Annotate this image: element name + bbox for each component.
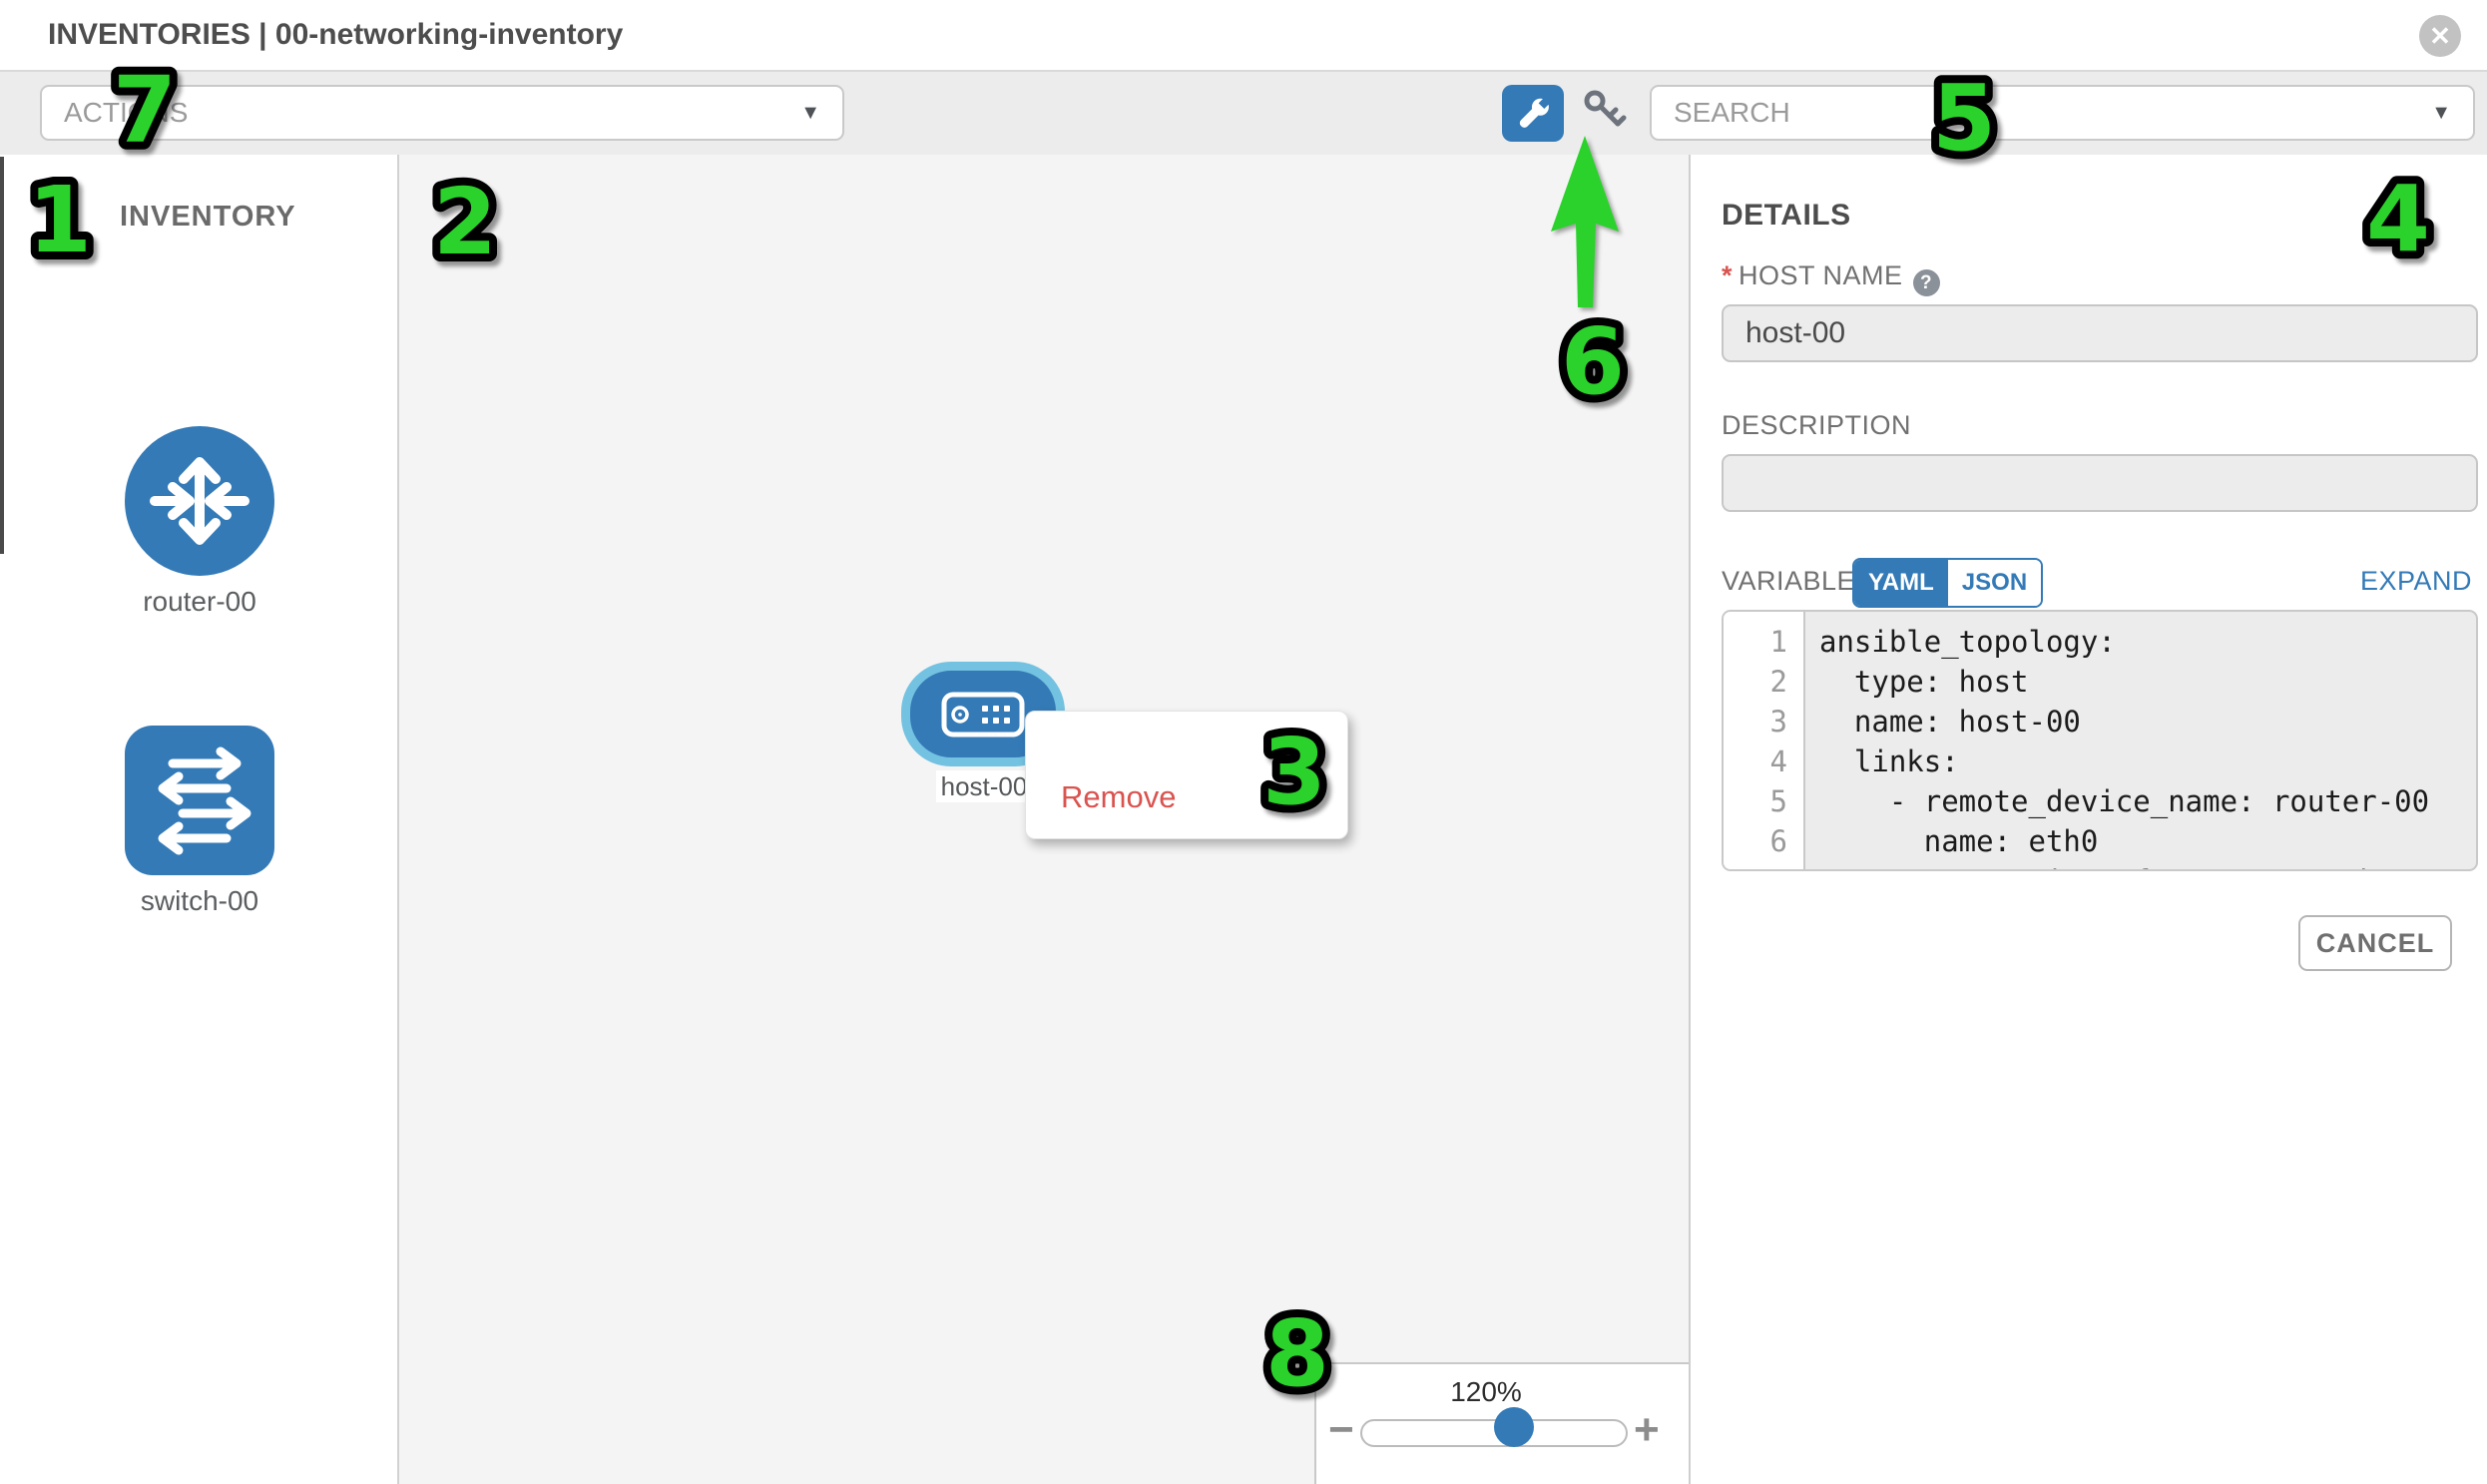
context-menu: Details Remove	[1025, 711, 1348, 839]
inventory-sidebar: INVENTORY router-00	[0, 155, 399, 1484]
chevron-down-icon: ▼	[2431, 87, 2451, 139]
page-header: INVENTORIES | 00-networking-inventory ✕	[0, 0, 2487, 72]
zoom-slider-handle[interactable]	[1494, 1407, 1534, 1447]
topology-canvas[interactable]: host-00 Details Remove 120% − +	[399, 155, 1689, 1484]
json-toggle-button[interactable]: JSON	[1948, 560, 2041, 606]
cancel-button[interactable]: CANCEL	[2298, 915, 2452, 971]
close-icon[interactable]: ✕	[2419, 15, 2461, 57]
expand-link[interactable]: EXPAND	[2360, 566, 2472, 597]
zoom-out-button[interactable]: −	[1328, 1408, 1354, 1452]
key-icon	[1580, 86, 1628, 140]
context-menu-item-remove[interactable]: Remove	[1061, 774, 1176, 820]
left-edge-scroll-indicator	[0, 157, 4, 554]
search-dropdown-label: SEARCH	[1674, 87, 1790, 139]
chevron-down-icon: ▼	[800, 87, 820, 139]
device-label: switch-00	[125, 885, 274, 917]
app-window: INVENTORIES | 00-networking-inventory ✕ …	[0, 0, 2487, 1484]
editor-line: 1ansible_topology:	[1724, 622, 2476, 662]
key-button[interactable]	[1580, 86, 1628, 140]
editor-line: 7 remote_interface_name: eth0	[1724, 861, 2476, 871]
editor-line: 3 name: host-00	[1724, 702, 2476, 742]
details-panel-title: DETAILS	[1722, 199, 1851, 233]
breadcrumb: INVENTORIES | 00-networking-inventory	[48, 0, 623, 70]
editor-line: 5 - remote_device_name: router-00	[1724, 781, 2476, 821]
editor-line: 6 name: eth0	[1724, 821, 2476, 861]
wrench-icon	[1513, 94, 1553, 134]
variables-editor[interactable]: 1ansible_topology: 2 type: host 3 name: …	[1722, 610, 2478, 871]
zoom-control-panel: 120% − +	[1314, 1362, 1689, 1484]
sidebar-item-router[interactable]: router-00	[125, 426, 274, 618]
required-asterisk: *	[1722, 260, 1733, 290]
host-name-label: *HOST NAME?	[1722, 260, 1940, 296]
description-field[interactable]	[1722, 454, 2478, 512]
sidebar-item-switch[interactable]: switch-00	[125, 726, 274, 917]
variables-row: VARIABLES? YAML JSON EXPAND	[1722, 558, 2478, 606]
host-node-label: host-00	[936, 770, 1032, 802]
actions-dropdown[interactable]: ACTIONS ▼	[40, 85, 844, 141]
editor-line: 4 links:	[1724, 742, 2476, 781]
tools-button[interactable]	[1502, 85, 1564, 142]
switch-icon	[125, 726, 274, 875]
format-toggle: YAML JSON	[1852, 558, 2043, 608]
host-name-field[interactable]	[1722, 304, 2478, 362]
details-panel: DETAILS *HOST NAME? DESCRIPTION VARIABLE…	[1689, 155, 2487, 1484]
device-label: router-00	[125, 586, 274, 618]
host-icon	[941, 692, 1025, 738]
router-icon	[125, 426, 274, 576]
editor-line: 2 type: host	[1724, 662, 2476, 702]
sidebar-title: INVENTORY	[120, 201, 296, 234]
toolbar: ACTIONS ▼ SEARCH	[0, 72, 2487, 157]
yaml-toggle-button[interactable]: YAML	[1854, 560, 1948, 606]
help-icon[interactable]: ?	[1913, 269, 1940, 296]
search-dropdown[interactable]: SEARCH ▼	[1650, 85, 2475, 141]
zoom-in-button[interactable]: +	[1634, 1408, 1660, 1452]
zoom-level-value: 120%	[1406, 1376, 1566, 1408]
actions-dropdown-label: ACTIONS	[64, 87, 188, 139]
description-label: DESCRIPTION	[1722, 410, 1911, 441]
